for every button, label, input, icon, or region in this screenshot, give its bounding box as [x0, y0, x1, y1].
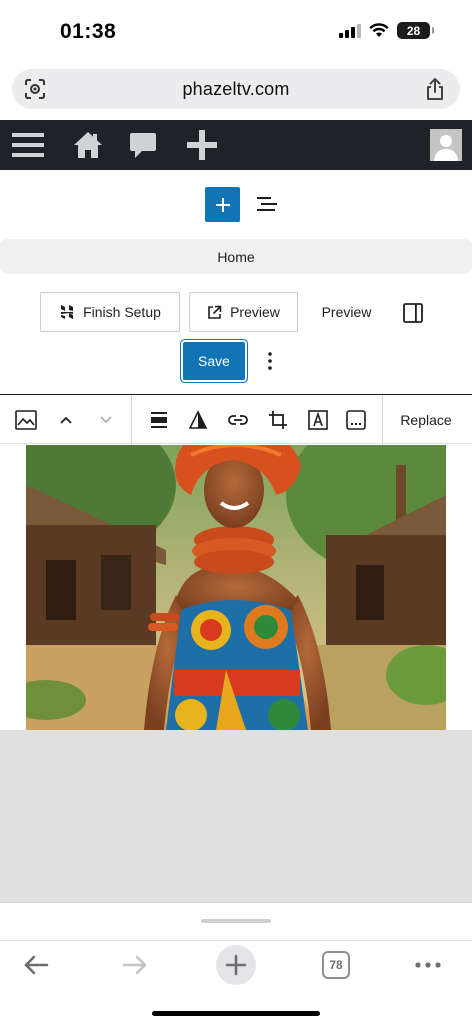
- home-icon: [74, 132, 102, 158]
- tabs-count: 78: [329, 958, 343, 972]
- link-icon: [228, 415, 248, 425]
- status-time: 01:38: [60, 20, 117, 43]
- grab-handle[interactable]: [201, 919, 271, 923]
- wp-admin-bar: [0, 120, 472, 170]
- plus-icon: [187, 130, 217, 160]
- settings-sidebar-button[interactable]: [400, 300, 426, 326]
- align-wide-icon: [151, 412, 167, 428]
- move-up-button[interactable]: [54, 395, 78, 445]
- battery-level: 28: [406, 23, 421, 38]
- browser-bottom-bar: 78: [0, 902, 472, 1024]
- crop-button[interactable]: [264, 395, 292, 445]
- plus-icon: [225, 954, 247, 976]
- document-title: Home: [217, 248, 255, 265]
- divider: [0, 940, 472, 941]
- comments-button[interactable]: [126, 120, 160, 170]
- battery-indicator: 28: [397, 22, 434, 39]
- external-link-icon: [208, 305, 222, 319]
- finish-setup-button[interactable]: Finish Setup: [40, 292, 180, 332]
- editor-canvas-empty-area: [0, 730, 472, 902]
- status-indicators: 28: [339, 22, 434, 39]
- chevron-down-icon: [100, 416, 112, 424]
- new-content-button[interactable]: [184, 120, 220, 170]
- user-avatar[interactable]: [430, 129, 462, 161]
- default-avatar-icon: [430, 129, 462, 161]
- hostinger-logo-icon: [61, 305, 74, 319]
- hamburger-menu-icon: [12, 133, 44, 157]
- forward-button[interactable]: [117, 945, 153, 985]
- save-label: Save: [198, 353, 230, 369]
- document-title-bar[interactable]: Home: [0, 239, 472, 274]
- portrait-image: [26, 445, 446, 730]
- address-bar[interactable]: phazeltv.com: [12, 69, 460, 109]
- preview-external-button[interactable]: Preview: [189, 292, 298, 332]
- text-overlay-icon: [308, 410, 328, 430]
- crop-icon: [269, 411, 287, 429]
- cellular-signal-icon: [339, 23, 361, 38]
- replace-label: Replace: [400, 412, 452, 428]
- duotone-button[interactable]: [184, 395, 212, 445]
- replace-button[interactable]: Replace: [392, 395, 460, 445]
- arrow-left-icon: [24, 955, 49, 975]
- back-button[interactable]: [18, 945, 54, 985]
- toolbar-separator: [131, 395, 132, 445]
- home-indicator: [152, 1011, 320, 1016]
- block-type-button[interactable]: [10, 395, 42, 445]
- share-icon[interactable]: [424, 77, 446, 101]
- block-toolbar: Replace: [0, 394, 472, 445]
- caption-icon: [346, 410, 366, 430]
- align-button[interactable]: [145, 395, 173, 445]
- wifi-icon: [369, 23, 389, 37]
- finish-setup-label: Finish Setup: [83, 304, 161, 320]
- chevron-up-icon: [60, 416, 72, 424]
- arrow-right-icon: [122, 955, 147, 975]
- new-tab-button[interactable]: [216, 945, 256, 985]
- options-menu-button[interactable]: [259, 346, 281, 376]
- preview-external-label: Preview: [230, 304, 280, 320]
- document-overview-button[interactable]: [254, 191, 280, 217]
- block-inserter-button[interactable]: [205, 187, 240, 222]
- sidebar-icon: [403, 303, 423, 323]
- toolbar-separator: [382, 395, 383, 445]
- menu-button[interactable]: [8, 120, 48, 170]
- image-block[interactable]: [26, 445, 446, 730]
- text-overlay-button[interactable]: [304, 395, 332, 445]
- more-button[interactable]: [410, 945, 446, 985]
- more-horizontal-icon: [415, 962, 441, 968]
- image-block-icon: [15, 410, 37, 430]
- preview-button[interactable]: Preview: [309, 292, 384, 332]
- list-view-icon: [257, 197, 277, 211]
- duotone-filter-icon: [188, 410, 208, 429]
- move-down-button[interactable]: [94, 395, 118, 445]
- more-vertical-icon: [268, 352, 272, 370]
- comment-icon: [130, 133, 156, 158]
- plus-icon: [215, 197, 230, 212]
- caption-button[interactable]: [342, 395, 370, 445]
- visual-lookup-icon[interactable]: [24, 78, 46, 100]
- site-home-button[interactable]: [70, 120, 106, 170]
- url-text: phazeltv.com: [182, 78, 290, 99]
- link-button[interactable]: [224, 395, 252, 445]
- status-bar: 01:38 28: [0, 0, 472, 64]
- tabs-button[interactable]: 78: [322, 951, 350, 979]
- preview-label: Preview: [321, 304, 372, 320]
- save-button[interactable]: Save: [183, 342, 245, 380]
